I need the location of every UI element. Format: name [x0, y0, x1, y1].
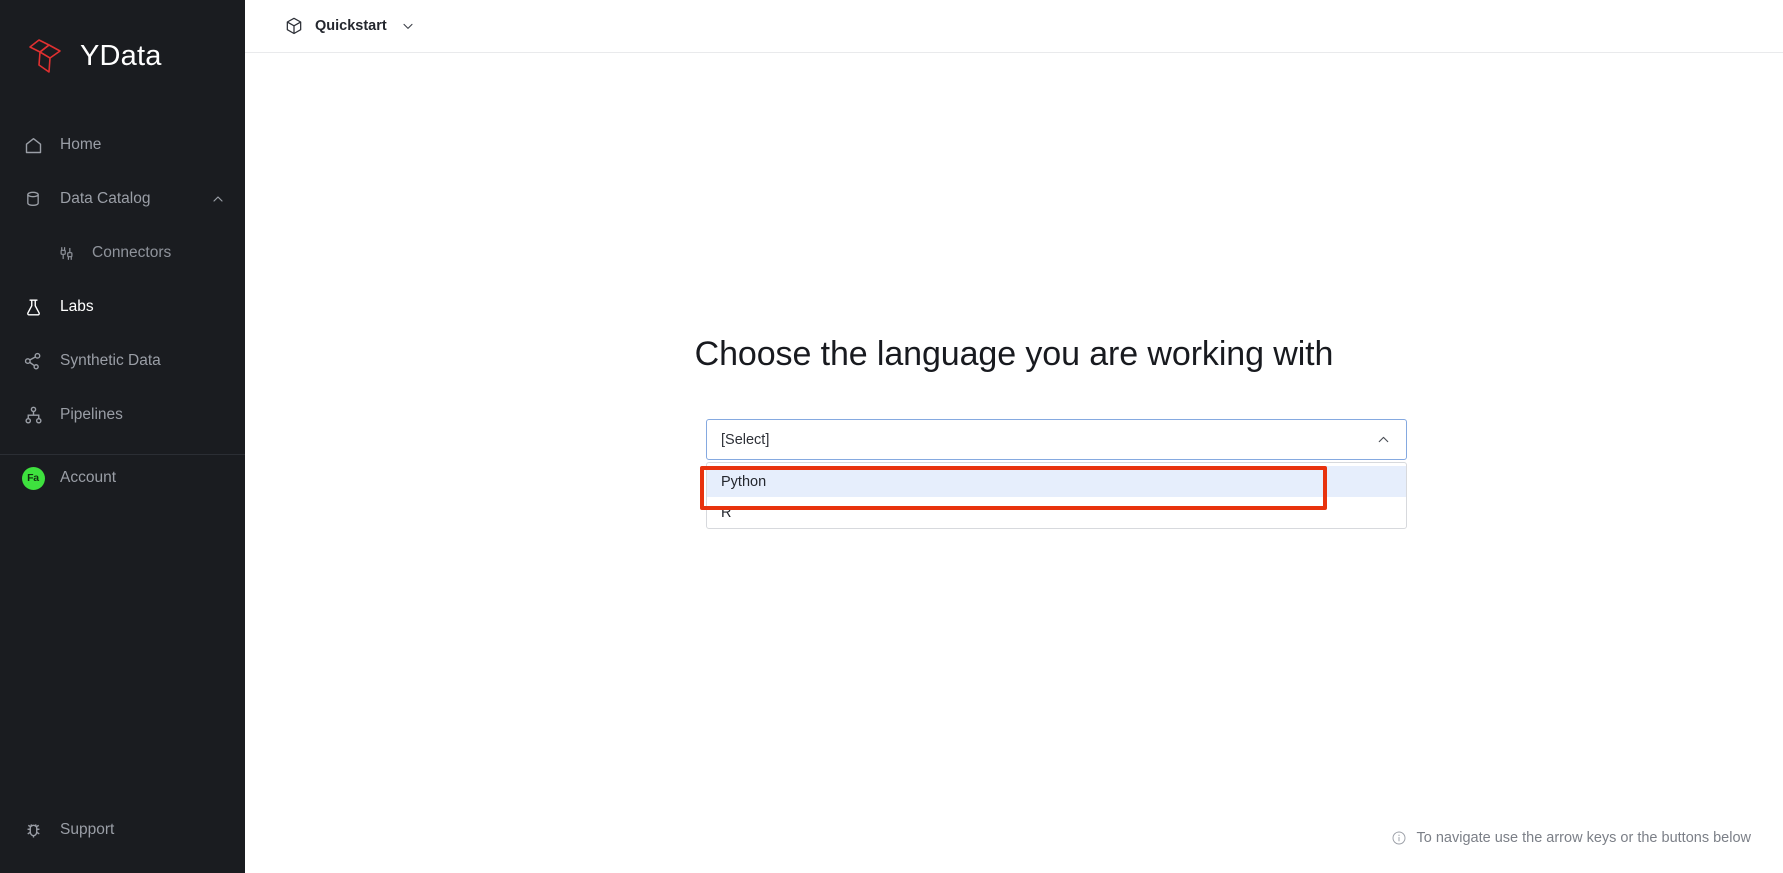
content-area: Choose the language you are working with…: [245, 53, 1783, 873]
bug-icon: [22, 819, 44, 841]
language-select-menu: Python R: [706, 462, 1407, 529]
breadcrumb[interactable]: Quickstart: [283, 16, 417, 37]
sidebar-item-label: Support: [60, 821, 115, 838]
sidebar-item-label: Home: [60, 136, 102, 153]
info-icon: [1391, 829, 1408, 846]
sidebar-item-home[interactable]: Home: [0, 122, 245, 168]
language-select-wrapper: [Select] Python R: [700, 419, 1407, 529]
sidebar-item-account[interactable]: Fa Account: [0, 455, 245, 501]
sidebar-item-pipelines[interactable]: Pipelines: [0, 392, 245, 438]
sidebar-item-data-catalog[interactable]: Data Catalog: [0, 176, 245, 222]
main-area: Quickstart Choose the language you are w…: [245, 0, 1783, 873]
app-root: YData Home Data Catalog Connectors Labs …: [0, 0, 1783, 873]
sidebar-item-support[interactable]: Support: [0, 807, 245, 853]
brand-logo[interactable]: YData: [0, 0, 245, 112]
connectors-icon: [56, 243, 76, 263]
navigation-hint: To navigate use the arrow keys or the bu…: [1391, 829, 1752, 846]
option-r[interactable]: R: [707, 497, 1406, 528]
sidebar-item-label: Account: [60, 469, 117, 486]
breadcrumb-label: Quickstart: [315, 18, 387, 34]
chevron-up-icon[interactable]: [1374, 431, 1392, 449]
ydata-logo-icon: [22, 33, 68, 79]
navigation-hint-text: To navigate use the arrow keys or the bu…: [1416, 829, 1752, 846]
cube-icon: [283, 16, 304, 37]
flask-icon: [22, 296, 44, 318]
sidebar-nav: Home Data Catalog Connectors Labs Synthe…: [0, 112, 245, 501]
language-select-value: [Select]: [721, 431, 770, 448]
brand-name: YData: [80, 39, 162, 72]
chevron-up-icon[interactable]: [209, 190, 227, 208]
home-icon: [22, 134, 44, 156]
chevron-down-icon[interactable]: [400, 18, 417, 35]
avatar: Fa: [21, 466, 45, 490]
database-icon: [22, 188, 44, 210]
sidebar-item-labs[interactable]: Labs: [0, 284, 245, 330]
sidebar-item-label: Labs: [60, 298, 94, 315]
sidebar-item-label: Connectors: [92, 244, 172, 261]
sidebar-item-label: Synthetic Data: [60, 352, 161, 369]
avatar-slot: Fa: [21, 466, 45, 490]
sidebar-item-label: Data Catalog: [60, 190, 151, 207]
sidebar: YData Home Data Catalog Connectors Labs …: [0, 0, 245, 873]
sidebar-item-label: Pipelines: [60, 406, 123, 423]
share-nodes-icon: [22, 350, 44, 372]
sidebar-footer: Support: [0, 807, 245, 873]
pipeline-icon: [22, 404, 44, 426]
option-python[interactable]: Python: [707, 466, 1406, 497]
language-select[interactable]: [Select]: [706, 419, 1407, 460]
topbar: Quickstart: [245, 0, 1783, 53]
sidebar-item-synthetic-data[interactable]: Synthetic Data: [0, 338, 245, 384]
sidebar-item-connectors[interactable]: Connectors: [0, 230, 245, 276]
page-title: Choose the language you are working with: [694, 335, 1334, 373]
